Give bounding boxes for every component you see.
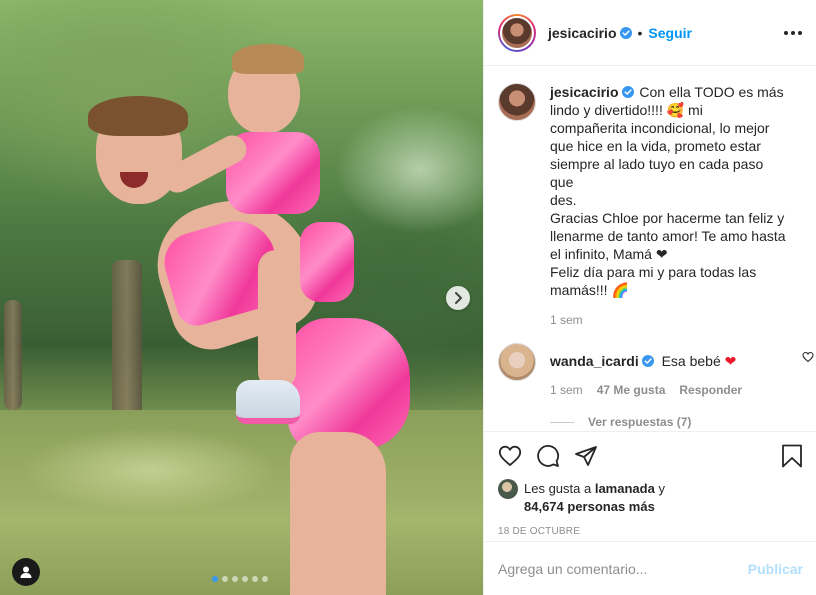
post-side-panel: jesicacirio • Seguir jesicacirio Con ell…: [483, 0, 816, 595]
woman-leg: [290, 432, 386, 595]
more-dot: [798, 30, 802, 35]
verified-badge-icon: [621, 86, 634, 98]
comment-input[interactable]: [498, 560, 748, 577]
heart-icon: [498, 445, 522, 466]
child-leg: [258, 250, 296, 390]
woman-hair: [88, 96, 188, 136]
comment-text: wanda_icardi Esa bebé ❤: [550, 352, 788, 371]
post-photo[interactable]: [0, 0, 483, 595]
comment-time[interactable]: 1 sem: [550, 383, 583, 397]
comment: wanda_icardi Esa bebé ❤ 1 sem 47 Me gust…: [498, 343, 814, 397]
carousel-dot: [262, 576, 268, 582]
verified-badge-icon: [619, 26, 632, 39]
carousel-dot: [232, 576, 238, 582]
comment-likes[interactable]: 47 Me gusta: [597, 383, 666, 397]
comment-bubble-icon: [537, 445, 559, 467]
caption-username[interactable]: jesicacirio: [550, 84, 619, 100]
comments-section[interactable]: jesicacirio Con ella TODO es más lindo y …: [484, 67, 816, 431]
woman-shorts: [288, 318, 410, 450]
tagged-users-button[interactable]: [12, 558, 40, 586]
lawn: [0, 410, 483, 595]
save-button[interactable]: [781, 444, 803, 468]
child-hair: [232, 44, 304, 74]
carousel-dot: [222, 576, 228, 582]
caption-time[interactable]: 1 sem: [550, 313, 583, 327]
caption-line: mamás!!! 🌈: [550, 282, 629, 298]
caption: jesicacirio Con ella TODO es más lindo y …: [498, 83, 803, 327]
caption-line: lindo y divertido!!!! 🥰 mi: [550, 102, 703, 118]
caption-text: jesicacirio Con ella TODO es más lindo y …: [550, 83, 788, 299]
post-header: jesicacirio • Seguir: [484, 0, 816, 66]
comment-like-heart-icon[interactable]: [802, 351, 814, 363]
chevron-right-icon: [455, 292, 462, 304]
post-actions: Les gusta a lamanada y 84,674 personas m…: [484, 431, 816, 541]
paper-plane-icon: [575, 446, 597, 466]
caption-line: llenarme de tanto amor! Te amo hasta: [550, 228, 786, 244]
comment-username[interactable]: wanda_icardi: [550, 353, 639, 369]
more-dot: [784, 30, 788, 35]
liker-avatar[interactable]: [498, 479, 518, 499]
reply-button[interactable]: Responder: [679, 383, 742, 397]
caption-line: que hice en la vida, prometo estar: [550, 138, 761, 154]
bookmark-icon: [782, 444, 802, 468]
carousel-dot: [252, 576, 258, 582]
tree-trunk: [112, 260, 142, 420]
view-replies-button[interactable]: Ver respuestas (7): [550, 415, 803, 429]
verified-badge-icon: [641, 355, 654, 367]
post-date[interactable]: 18 DE OCTUBRE: [484, 516, 816, 537]
header-separator: •: [637, 24, 643, 41]
likes-text: Les gusta a lamanada y 84,674 personas m…: [524, 480, 665, 516]
likes-conj: y: [658, 481, 665, 496]
author-username[interactable]: jesicacirio: [548, 25, 617, 41]
add-comment-bar: Publicar: [484, 541, 816, 595]
person-icon: [20, 566, 32, 578]
caption-line: compañerita incondicional, lo mejor: [550, 120, 770, 136]
likes-prefix: Les gusta a: [524, 481, 592, 496]
replies-line: [550, 421, 574, 423]
like-button[interactable]: [498, 444, 522, 468]
share-button[interactable]: [574, 444, 598, 468]
caption-line: des.: [550, 192, 577, 208]
carousel-dot: [242, 576, 248, 582]
caption-line: Gracias Chloe por hacerme tan feliz y: [550, 210, 785, 226]
comment-button[interactable]: [536, 444, 560, 468]
carousel-indicator: [212, 576, 268, 582]
likes-summary: Les gusta a lamanada y 84,674 personas m…: [484, 479, 816, 516]
view-replies-label: Ver respuestas (7): [588, 415, 692, 429]
comment-avatar[interactable]: [498, 343, 536, 381]
more-dot: [791, 30, 795, 35]
caption-line: Con ella TODO es más: [639, 84, 784, 100]
tree-trunk: [4, 300, 22, 410]
heart-emoji: ❤: [724, 354, 737, 370]
action-bar: [484, 432, 816, 480]
next-photo-button[interactable]: [446, 286, 470, 310]
caption-meta: 1 sem: [550, 313, 788, 327]
comment-body: Esa bebé: [661, 353, 721, 369]
follow-button[interactable]: Seguir: [648, 25, 692, 41]
caption-line: Feliz día para mi y para todas las: [550, 264, 757, 280]
child-shorts: [300, 222, 354, 302]
liker-username[interactable]: lamanada: [595, 481, 655, 496]
author-avatar[interactable]: [498, 13, 536, 52]
likes-count[interactable]: 84,674 personas más: [524, 499, 655, 514]
caption-line: el infinito, Mamá ❤: [550, 246, 668, 262]
caption-avatar[interactable]: [498, 83, 536, 121]
comment-meta: 1 sem 47 Me gusta Responder: [550, 383, 788, 397]
carousel-dot: [212, 576, 218, 582]
more-options-button[interactable]: [784, 30, 802, 35]
caption-line: siempre al lado tuyo en cada paso que: [550, 156, 764, 190]
child-shoe: [236, 380, 300, 424]
publish-button[interactable]: Publicar: [748, 561, 803, 577]
